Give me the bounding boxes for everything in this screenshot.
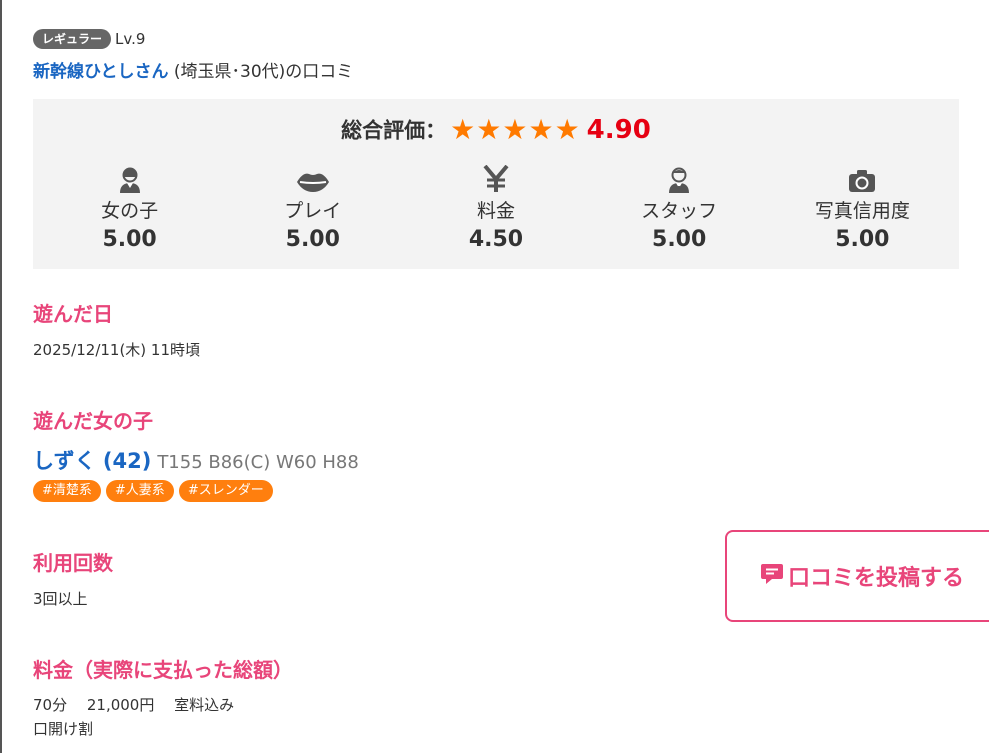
girl-tags: #清楚系 #人妻系 #スレンダー [33, 480, 278, 502]
girl-icon [38, 163, 221, 193]
category-label: 女の子 [101, 200, 159, 222]
rating-panel: 総合評価： ★★★★★ 4.90 女の子 5.00 プレイ 5.00 料金 4.… [33, 99, 959, 269]
girl-heading: 遊んだ女の子 [33, 409, 153, 433]
reviewer-rank-row: レギュラー Lv.9 [33, 29, 145, 49]
category-price: 料金 4.50 [404, 163, 587, 252]
price-heading: 料金（実際に支払った総額） [33, 658, 293, 682]
category-play: プレイ 5.00 [221, 163, 404, 252]
yen-icon [404, 163, 587, 193]
staff-icon [588, 163, 771, 193]
reviewer-name-link[interactable]: 新幹線ひとしさん [33, 62, 169, 82]
left-border [0, 0, 2, 753]
category-photo-trust: 写真信用度 5.00 [771, 163, 954, 252]
girl-specs: T155 B86(C) W60 H88 [157, 452, 359, 473]
tag-chip[interactable]: #スレンダー [178, 480, 273, 502]
category-label: 写真信用度 [814, 200, 910, 222]
tag-chip[interactable]: #人妻系 [105, 480, 174, 502]
girl-info: しずく (42) T155 B86(C) W60 H88 [33, 445, 359, 475]
category-score: 4.50 [468, 227, 524, 252]
overall-label: 総合評価： [341, 118, 447, 143]
usage-value: 3回以上 [33, 590, 88, 608]
category-score: 5.00 [102, 227, 157, 252]
category-label: スタッフ [641, 200, 718, 222]
category-staff: スタッフ 5.00 [588, 163, 771, 252]
post-review-label: 口コミを投稿する [788, 566, 965, 591]
comment-icon [760, 562, 784, 590]
reviewer-meta: (埼玉県･30代)の口コミ [168, 62, 354, 82]
price-detail: 70分 21,000円 室料込み [33, 696, 235, 714]
camera-icon [771, 163, 954, 193]
category-ratings: 女の子 5.00 プレイ 5.00 料金 4.50 スタッフ 5.00 写真信用… [38, 163, 954, 252]
price-discount: 口開け割 [33, 720, 94, 738]
visit-date-heading: 遊んだ日 [33, 302, 113, 326]
rank-badge: レギュラー [33, 29, 112, 49]
overall-score: 4.90 [586, 114, 651, 145]
reviewer-line: 新幹線ひとしさん (埼玉県･30代)の口コミ [33, 57, 353, 82]
category-girl: 女の子 5.00 [38, 163, 221, 252]
star-rating: ★★★★★ [450, 113, 581, 146]
category-score: 5.00 [285, 227, 340, 252]
overall-rating: 総合評価： ★★★★★ 4.90 [33, 113, 959, 146]
category-score: 5.00 [835, 227, 890, 252]
usage-heading: 利用回数 [33, 551, 113, 575]
reviewer-level: Lv.9 [115, 30, 146, 48]
visit-date-value: 2025/12/11(木) 11時頃 [33, 341, 201, 359]
category-score: 5.00 [652, 227, 707, 252]
tag-chip[interactable]: #清楚系 [33, 480, 101, 502]
girl-name-link[interactable]: しずく (42) [33, 449, 151, 473]
category-label: 料金 [476, 200, 515, 222]
category-label: プレイ [284, 200, 342, 222]
post-review-button[interactable]: 口コミを投稿する [725, 530, 989, 622]
lips-icon [221, 163, 404, 193]
